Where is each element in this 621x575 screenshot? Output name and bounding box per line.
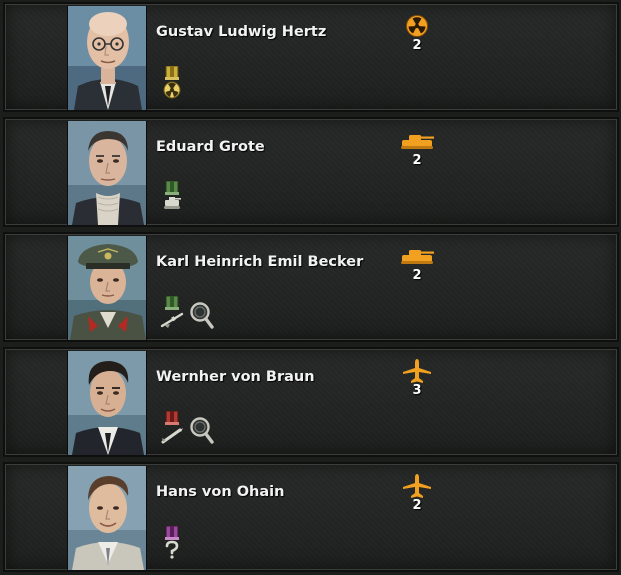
- tank-icon: [397, 129, 437, 153]
- trait-list: [160, 175, 184, 215]
- specialization: 2: [397, 474, 437, 513]
- trait-list: [160, 290, 214, 330]
- trait-list: [160, 520, 184, 560]
- scientist-list: Gustav Ludwig Hertz 2 Eduard Grote 2 Kar…: [0, 0, 621, 575]
- scientist-portrait: [67, 466, 147, 570]
- scientist-card[interactable]: Hans von Ohain 2: [3, 462, 619, 572]
- trait-list: [160, 405, 214, 445]
- nuclear-icon: [397, 14, 437, 38]
- scientist-name: Wernher von Braun: [156, 369, 315, 385]
- scientist-portrait: [67, 351, 147, 455]
- scientist-name: Hans von Ohain: [156, 484, 285, 500]
- scientist-portrait: [67, 236, 147, 340]
- scientist-card[interactable]: Wernher von Braun 3: [3, 347, 619, 457]
- tank-icon: [397, 244, 437, 268]
- red-medal-rocket-trait-icon[interactable]: [160, 411, 184, 445]
- scientist-portrait: [67, 121, 147, 225]
- green-medal-rifle-trait-icon[interactable]: [160, 296, 184, 330]
- scientist-card[interactable]: Eduard Grote 2: [3, 117, 619, 227]
- scientist-card[interactable]: Gustav Ludwig Hertz 2: [3, 2, 619, 112]
- specialization: 2: [397, 129, 437, 168]
- specialization-level: 2: [412, 153, 422, 168]
- scientist-name: Gustav Ludwig Hertz: [156, 24, 327, 40]
- specialization: 2: [397, 244, 437, 283]
- gold-medal-nuclear-trait-icon[interactable]: [160, 66, 184, 100]
- magnifier-trait-icon[interactable]: [188, 296, 214, 330]
- specialization-level: 2: [412, 498, 422, 513]
- scientist-portrait: [67, 6, 147, 110]
- airplane-icon: [397, 474, 437, 498]
- magnifier-trait-icon[interactable]: [188, 411, 214, 445]
- specialization-level: 3: [412, 383, 422, 398]
- specialization-level: 2: [412, 268, 422, 283]
- scientist-name: Eduard Grote: [156, 139, 265, 155]
- specialization-level: 2: [412, 38, 422, 53]
- scientist-card[interactable]: Karl Heinrich Emil Becker 2: [3, 232, 619, 342]
- specialization: 2: [397, 14, 437, 53]
- airplane-icon: [397, 359, 437, 383]
- scientist-name: Karl Heinrich Emil Becker: [156, 254, 364, 270]
- green-medal-tank-trait-icon[interactable]: [160, 181, 184, 215]
- trait-list: [160, 60, 184, 100]
- purple-medal-unknown-trait-icon[interactable]: [160, 526, 184, 560]
- specialization: 3: [397, 359, 437, 398]
